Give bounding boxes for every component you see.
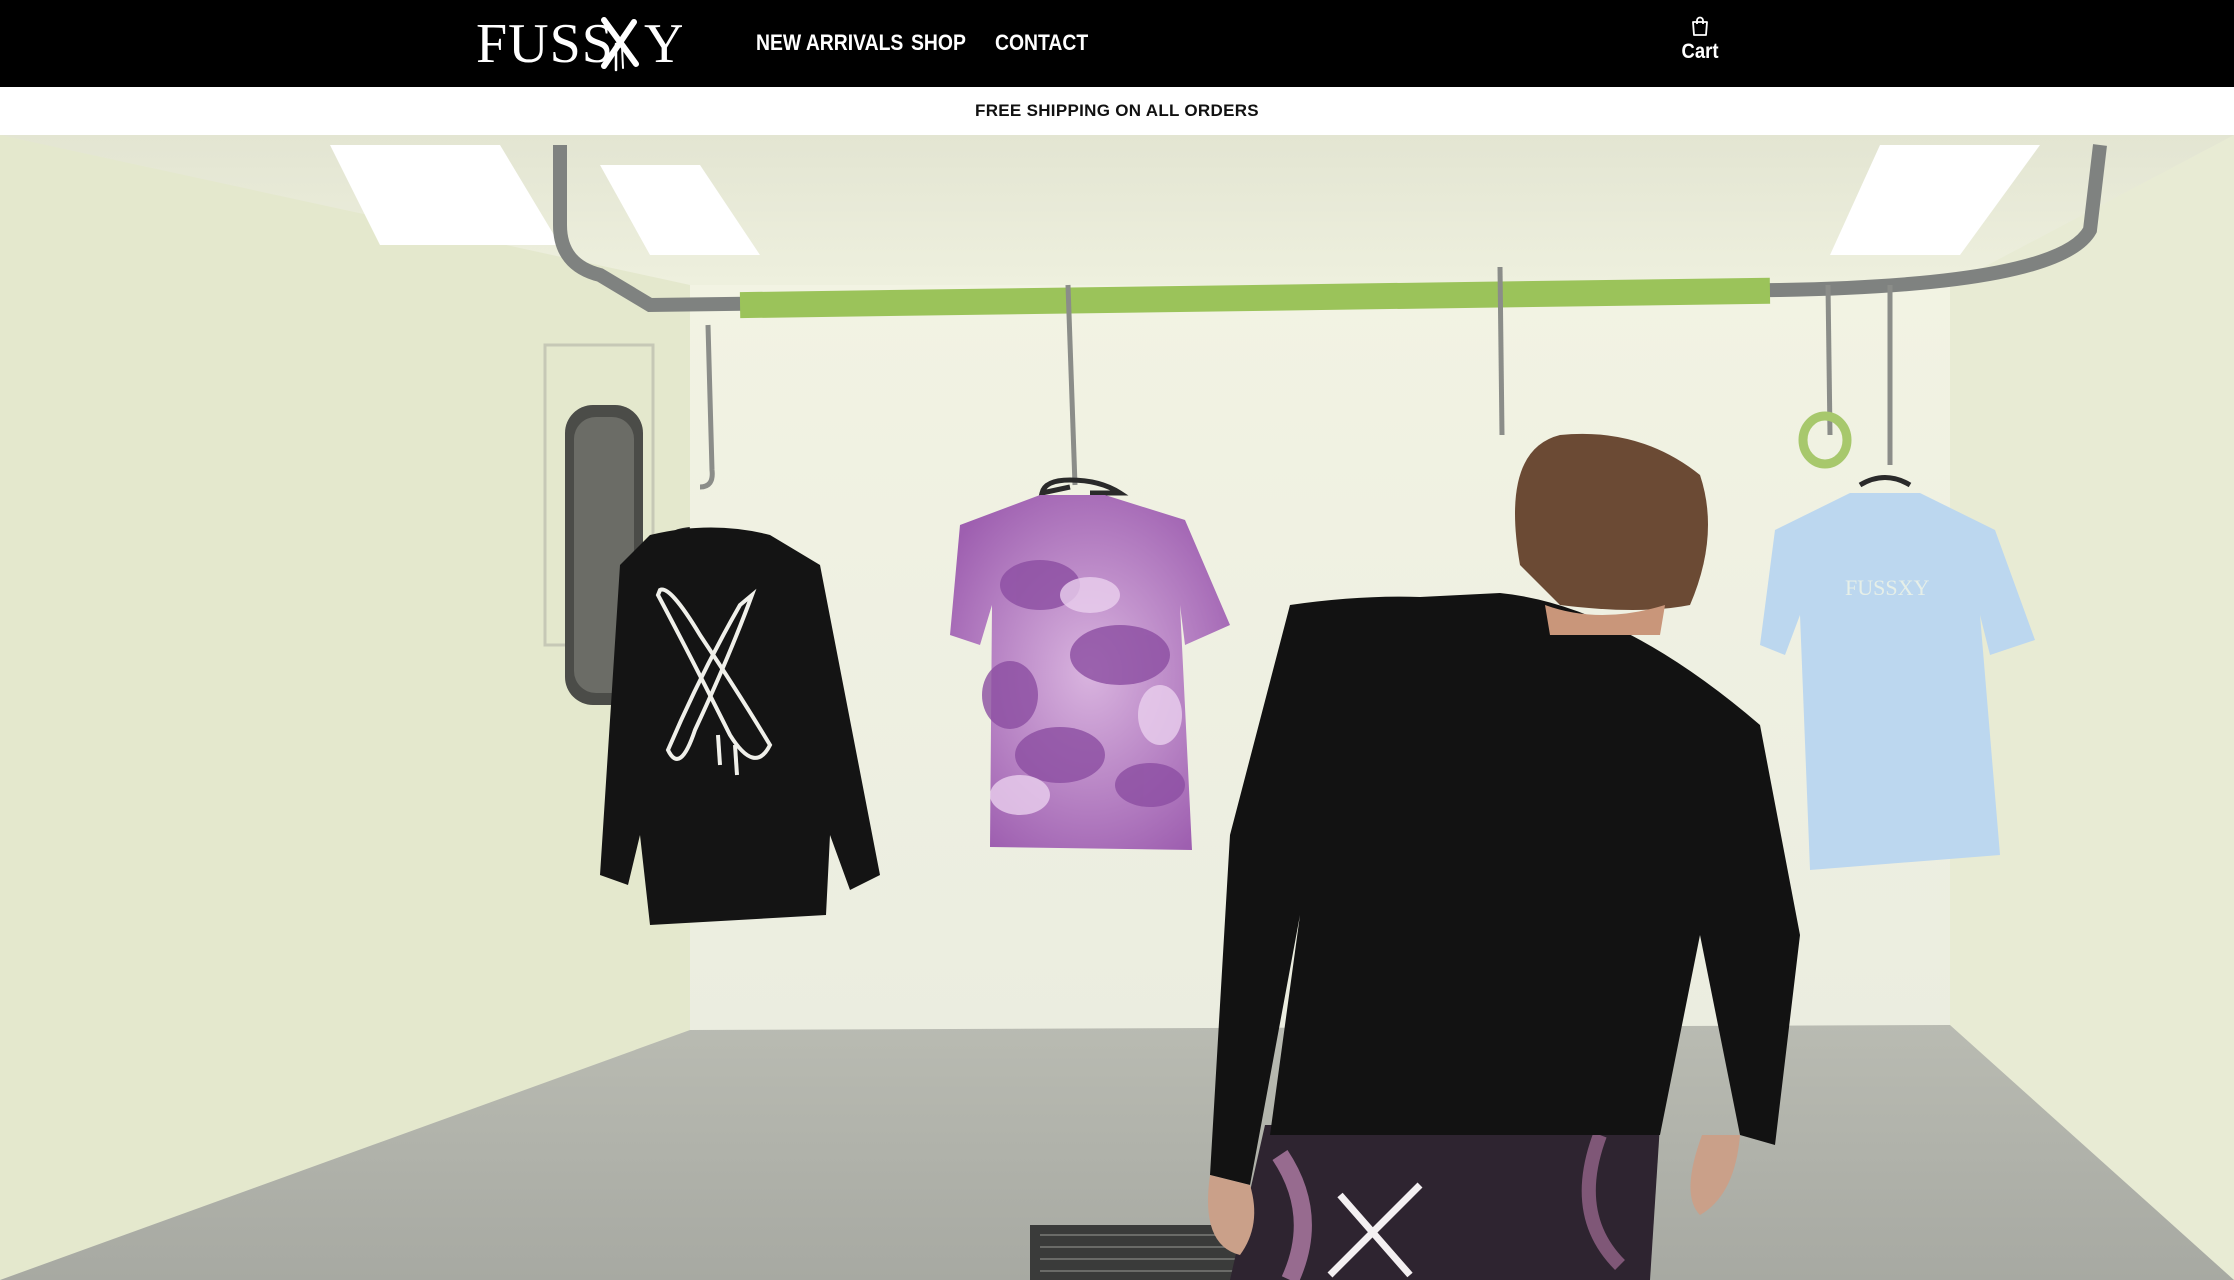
hero-image: FUSSXY bbox=[0, 135, 2234, 1280]
hero-photo-spray-booth: FUSSXY bbox=[0, 135, 2234, 1280]
brand-logo-wordmark: FUSS Y bbox=[476, 14, 682, 72]
cart-label: Cart bbox=[1681, 40, 1719, 63]
announcement-bar: FREE SHIPPING ON ALL ORDERS bbox=[0, 87, 2234, 135]
svg-text:FUSS: FUSS bbox=[476, 14, 614, 72]
tee-print-text: FUSSXY bbox=[1845, 575, 1929, 600]
svg-text:Y: Y bbox=[644, 14, 682, 72]
nav-new-arrivals[interactable]: NEW ARRIVALS bbox=[756, 30, 903, 56]
cart-button[interactable]: Cart bbox=[1676, 16, 1724, 72]
shopping-bag-icon bbox=[1692, 16, 1708, 36]
announcement-text: FREE SHIPPING ON ALL ORDERS bbox=[975, 101, 1259, 120]
nav-contact[interactable]: CONTACT bbox=[995, 30, 1088, 56]
nav-shop[interactable]: SHOP bbox=[911, 30, 966, 56]
site-header: FUSS Y NEW ARRIVALS SHOP CONTACT Cart bbox=[0, 0, 2234, 87]
